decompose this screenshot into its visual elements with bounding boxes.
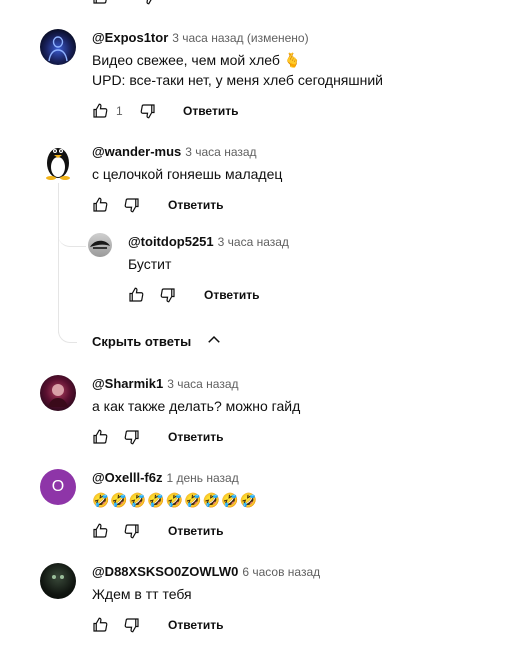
comment-author[interactable]: @Sharmik1 (92, 376, 163, 391)
comment-text: Видео свежее, чем мой хлеб 🫰 (92, 52, 302, 68)
avatar-letter: O (51, 478, 65, 495)
comment-text: с целочкой гоняешь маладец (92, 166, 283, 182)
comment-time[interactable]: 3 часа назад (218, 235, 289, 249)
comment-text: Ждем в тт тебя (92, 586, 192, 602)
avatar[interactable] (88, 233, 112, 257)
like-icon[interactable] (91, 522, 109, 540)
dislike-icon[interactable] (139, 0, 157, 6)
like-icon[interactable] (91, 616, 109, 634)
reply-button[interactable]: Ответить (204, 287, 259, 303)
comment-text: а как также делать? можно гайд (92, 398, 301, 414)
like-icon[interactable] (91, 196, 109, 214)
hide-replies-label: Скрыть ответы (92, 333, 192, 349)
reply-button[interactable]: Ответить (168, 429, 223, 445)
avatar[interactable]: O (40, 469, 76, 505)
like-icon[interactable] (127, 286, 145, 304)
comment-time[interactable]: 6 часов назад (242, 565, 320, 579)
comment-author[interactable]: @Oxelll-f6z (92, 470, 162, 485)
hide-replies-button[interactable]: Скрыть ответы (92, 331, 223, 354)
dislike-icon[interactable] (139, 102, 157, 120)
like-count: 1 (116, 104, 123, 118)
comment-author[interactable]: @D88XSKSO0ZOWLW0 (92, 564, 238, 579)
comment-text: Бустит (128, 256, 172, 272)
avatar[interactable] (40, 29, 76, 65)
like-icon[interactable] (91, 0, 109, 6)
comment-text: 🤣🤣🤣🤣🤣🤣🤣🤣🤣 (92, 492, 258, 508)
chevron-up-icon (205, 331, 223, 354)
reply-button[interactable]: Ответить (168, 617, 223, 633)
thread-connector (58, 220, 86, 247)
comment-author[interactable]: @wander-mus (92, 144, 181, 159)
comment-time[interactable]: 1 день назад (166, 471, 238, 485)
reply-button[interactable]: Ответить (168, 523, 223, 539)
dislike-icon[interactable] (123, 428, 141, 446)
comment-time[interactable]: 3 часа назад (167, 377, 238, 391)
reply-button[interactable]: Ответить (168, 197, 223, 213)
comment-author[interactable]: @Expos1tor (92, 30, 168, 45)
like-icon[interactable] (91, 102, 109, 120)
dislike-icon[interactable] (123, 522, 141, 540)
dislike-icon[interactable] (159, 286, 177, 304)
dislike-icon[interactable] (123, 196, 141, 214)
comment-time[interactable]: 3 часа назад (изменено) (172, 31, 308, 45)
avatar[interactable] (40, 563, 76, 599)
dislike-icon[interactable] (123, 616, 141, 634)
reply-button[interactable]: Ответить (183, 103, 238, 119)
comment-time[interactable]: 3 часа назад (185, 145, 256, 159)
thread-line (58, 183, 59, 333)
avatar[interactable] (40, 140, 76, 180)
comment-text: UPD: все-таки нет, у меня хлеб сегодняшн… (92, 72, 383, 88)
avatar[interactable] (40, 375, 76, 411)
like-icon[interactable] (91, 428, 109, 446)
comment-author[interactable]: @toitdop5251 (128, 234, 214, 249)
thread-connector (58, 318, 77, 343)
